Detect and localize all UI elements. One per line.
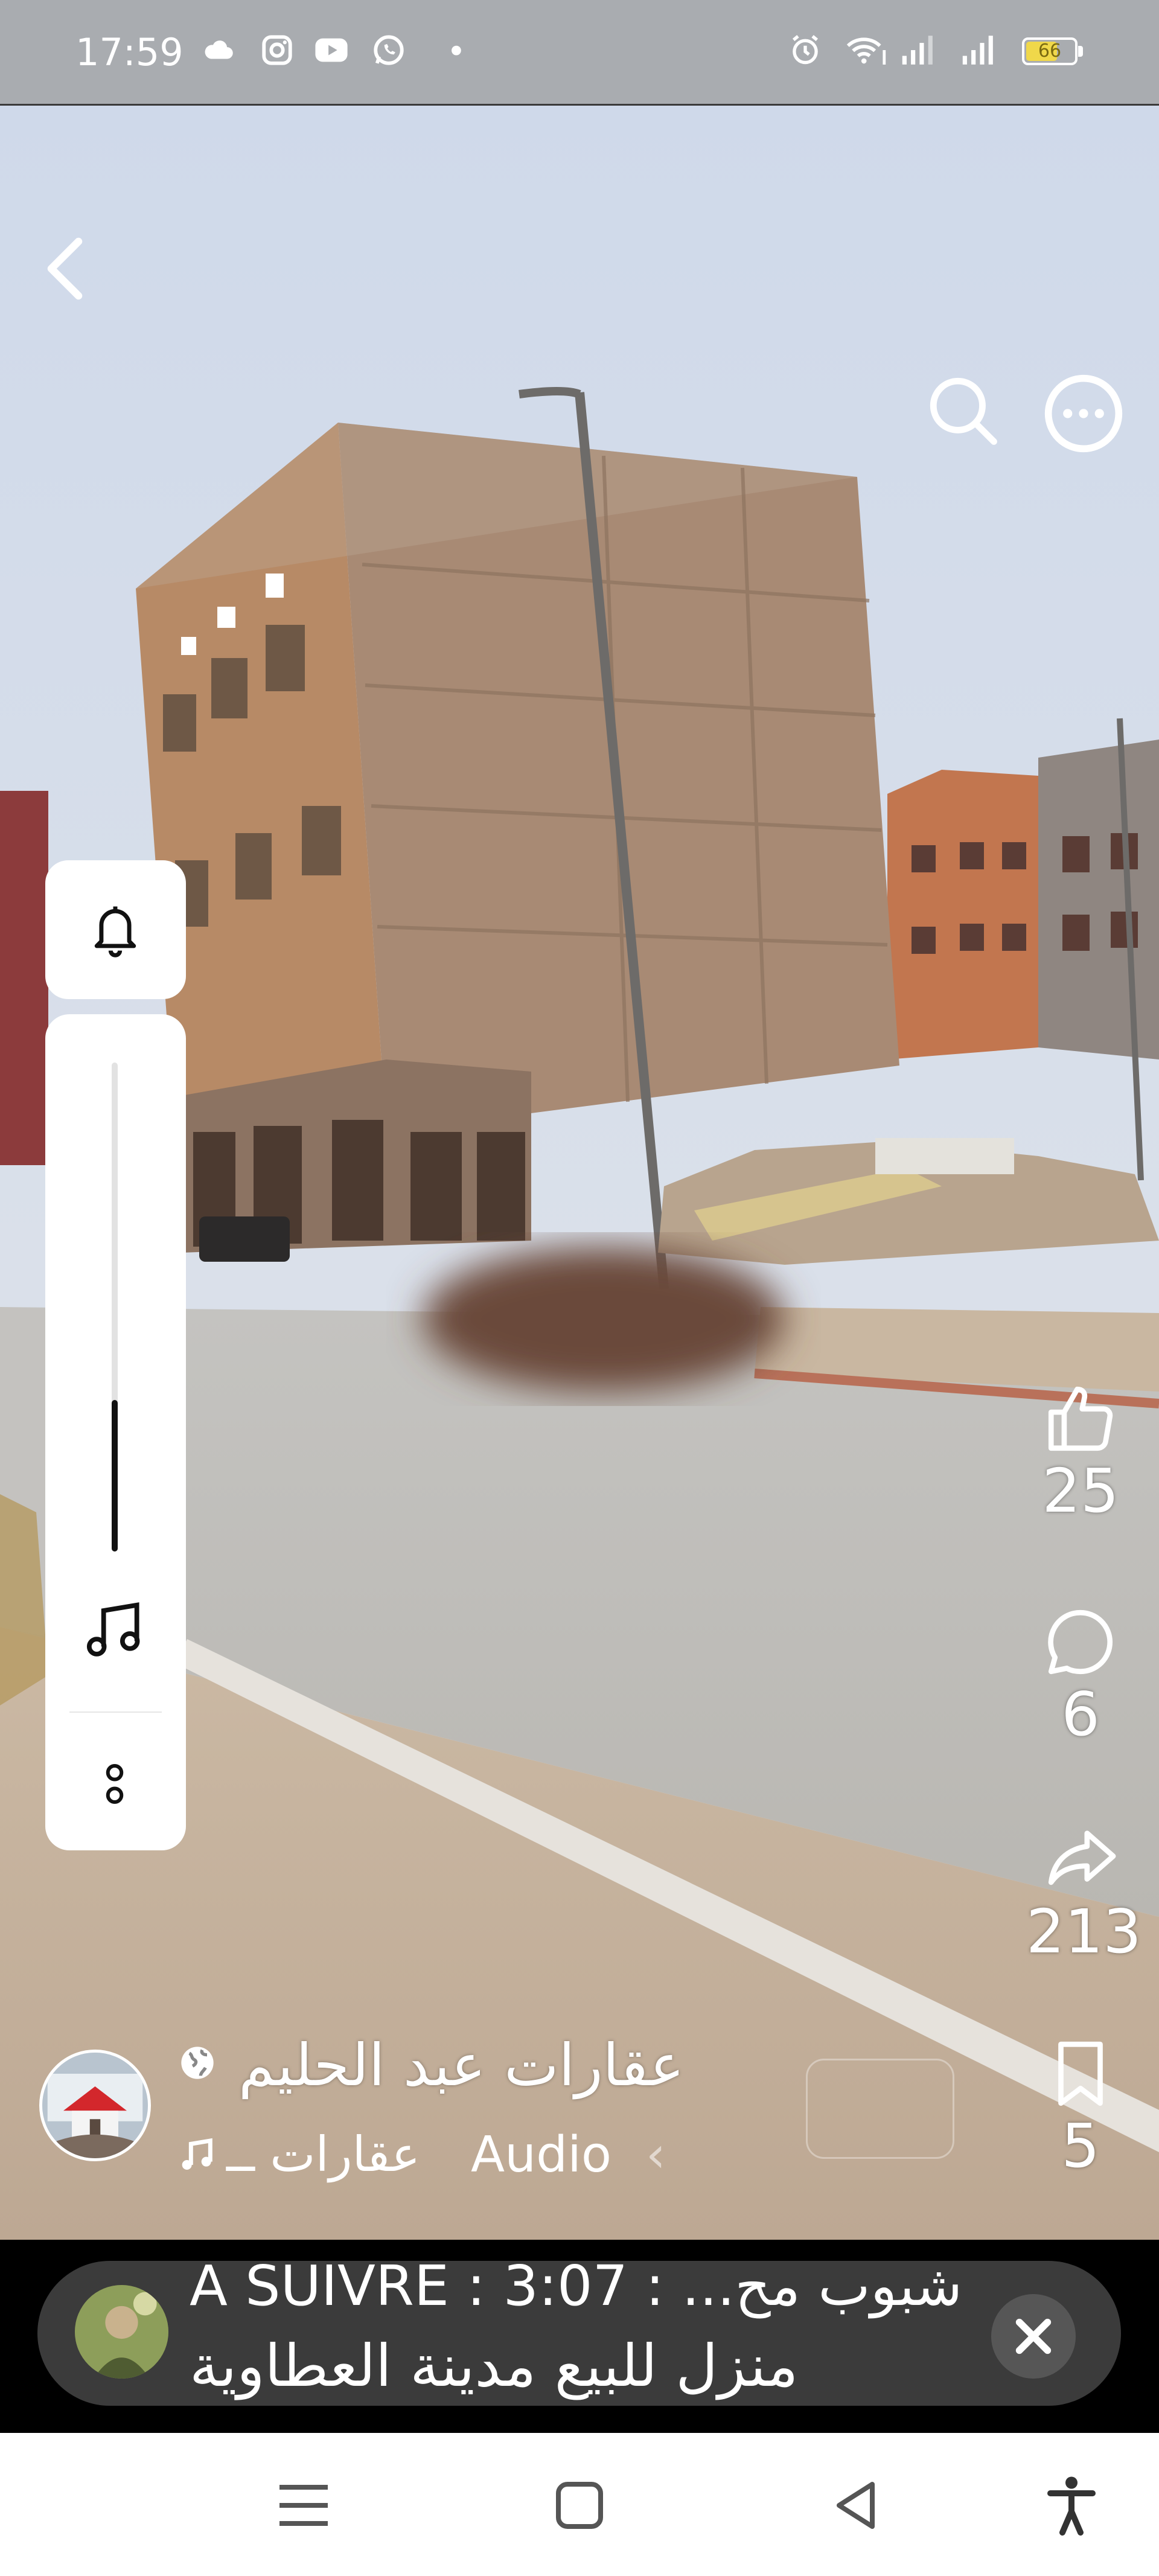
share-count: 213 [1026,1896,1141,1967]
music-note-icon[interactable] [81,1597,148,1663]
bell-icon [94,906,136,957]
author-name[interactable]: عقارات عبد الحليم [238,2031,685,2099]
signal-icon [962,36,993,65]
close-icon[interactable] [991,2294,1076,2379]
panel-divider [69,1711,162,1713]
notification-button[interactable] [45,860,186,999]
follow-button[interactable] [806,2059,954,2159]
music-note-icon [182,2138,212,2170]
instagram-icon [262,35,292,65]
share-icon [1048,1830,1116,1885]
author-row[interactable]: عقارات عبد الحليم [178,2025,782,2099]
save-button[interactable]: 5 [1026,2034,1135,2179]
battery-level: 66 [1038,40,1062,62]
comment-count: 6 [1061,1679,1100,1750]
navigation-bar [0,2433,1159,2576]
up-next-title[interactable]: منزل للبيع مدينة العطاوية [190,2332,798,2400]
like-button[interactable]: 25 [1026,1379,1135,1524]
house-logo-image [42,2053,148,2158]
wifi-icon [846,37,886,65]
home-square-icon[interactable] [543,2469,616,2542]
menu-icon[interactable] [267,2469,340,2542]
youtube-icon [315,38,348,62]
thumbnail-image [75,2285,168,2379]
video-caption[interactable]: ساس ف... plus [507,2234,933,2240]
audio-tail: ‹ [646,2126,666,2184]
up-next-player[interactable]: A SUIVRE : شبوب مح... : 3:07 منزل للبيع … [37,2254,1121,2406]
status-dot: • [447,33,466,71]
comment-icon [1048,1609,1113,1675]
up-next-label: A SUIVRE : شبوب مح... : 3:07 [190,2254,963,2318]
author-avatar[interactable] [39,2050,151,2161]
cloud-icon [205,40,233,59]
globe-icon [181,2047,214,2079]
like-count: 25 [1042,1456,1119,1526]
more-vertical-icon[interactable] [103,1757,127,1811]
comment-button[interactable]: 6 [1026,1603,1135,1748]
accessibility-icon[interactable] [1035,2469,1108,2542]
signal-icon [902,36,933,65]
audio-label: Audio [471,2126,612,2184]
audio-title: عقارات ــ [226,2126,421,2182]
battery-tip [1078,46,1083,57]
share-button[interactable]: 213 [1026,1820,1141,1967]
more-options-icon[interactable] [1041,371,1126,456]
bookmark-icon [1058,2041,1103,2106]
volume-slider-level[interactable] [112,1400,118,1552]
alarm-icon [792,34,819,65]
status-time: 17:59 [75,30,184,74]
volume-panel[interactable] [45,1014,186,1850]
battery-indicator: 66 [1022,37,1078,65]
whatsapp-icon [374,35,404,65]
back-triangle-icon[interactable] [821,2469,893,2542]
status-bar: 17:59 • 66 [0,0,1159,106]
thumbs-up-icon [1048,1386,1113,1451]
video-player[interactable]: 25 6 213 5 ••• عقارات عبد الحليم عقارات … [0,106,1159,2240]
search-icon[interactable] [924,371,1002,450]
save-count: 5 [1061,2111,1100,2181]
back-arrow-icon[interactable] [36,232,97,305]
audio-row[interactable]: عقارات ــ Audio ‹ [178,2125,721,2191]
up-next-thumbnail[interactable] [75,2285,168,2379]
